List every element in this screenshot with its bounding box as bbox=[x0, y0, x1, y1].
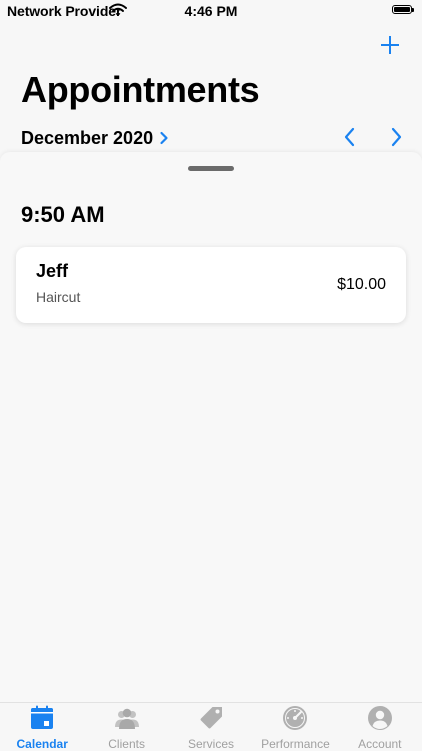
appointments-sheet: 9:50 AM Jeff Haircut $10.00 bbox=[0, 152, 422, 702]
calendar-icon bbox=[31, 705, 54, 729]
tab-bar: Calendar Clients Services Performance Ac… bbox=[0, 702, 422, 751]
chevron-left-icon bbox=[344, 127, 355, 147]
add-appointment-button[interactable] bbox=[376, 31, 404, 59]
people-icon bbox=[114, 708, 139, 729]
client-name: Jeff bbox=[36, 261, 69, 281]
tab-label: Calendar bbox=[16, 737, 68, 751]
chevron-right-icon bbox=[391, 127, 402, 147]
tag-icon bbox=[200, 707, 223, 729]
tab-label: Clients bbox=[108, 737, 145, 751]
tab-account[interactable]: Account bbox=[338, 703, 422, 751]
tab-label: Account bbox=[358, 737, 402, 751]
tab-clients[interactable]: Clients bbox=[84, 703, 168, 751]
appointment-price: $10.00 bbox=[337, 276, 386, 293]
tab-services[interactable]: Services bbox=[169, 703, 253, 751]
tab-label: Performance bbox=[261, 737, 330, 751]
time-slot-heading: 9:50 AM bbox=[21, 202, 105, 227]
status-bar: Network Provider 4:46 PM bbox=[0, 0, 422, 24]
appointment-card[interactable]: Jeff Haircut $10.00 bbox=[16, 247, 406, 323]
status-time: 4:46 PM bbox=[184, 3, 238, 19]
previous-month-button[interactable] bbox=[338, 124, 362, 150]
tab-calendar[interactable]: Calendar bbox=[0, 703, 84, 751]
service-name: Haircut bbox=[36, 289, 81, 305]
chevron-right-icon bbox=[160, 131, 168, 145]
next-month-button[interactable] bbox=[384, 124, 408, 150]
month-label: December 2020 bbox=[21, 127, 154, 148]
page-title: Appointments bbox=[21, 69, 260, 110]
battery-icon bbox=[392, 5, 412, 14]
sheet-grabber[interactable] bbox=[188, 166, 234, 171]
speedometer-icon bbox=[283, 706, 308, 730]
tab-performance[interactable]: Performance bbox=[253, 703, 337, 751]
tab-label: Services bbox=[188, 737, 235, 751]
account-icon bbox=[367, 706, 392, 730]
month-selector[interactable]: December 2020 bbox=[21, 126, 169, 150]
